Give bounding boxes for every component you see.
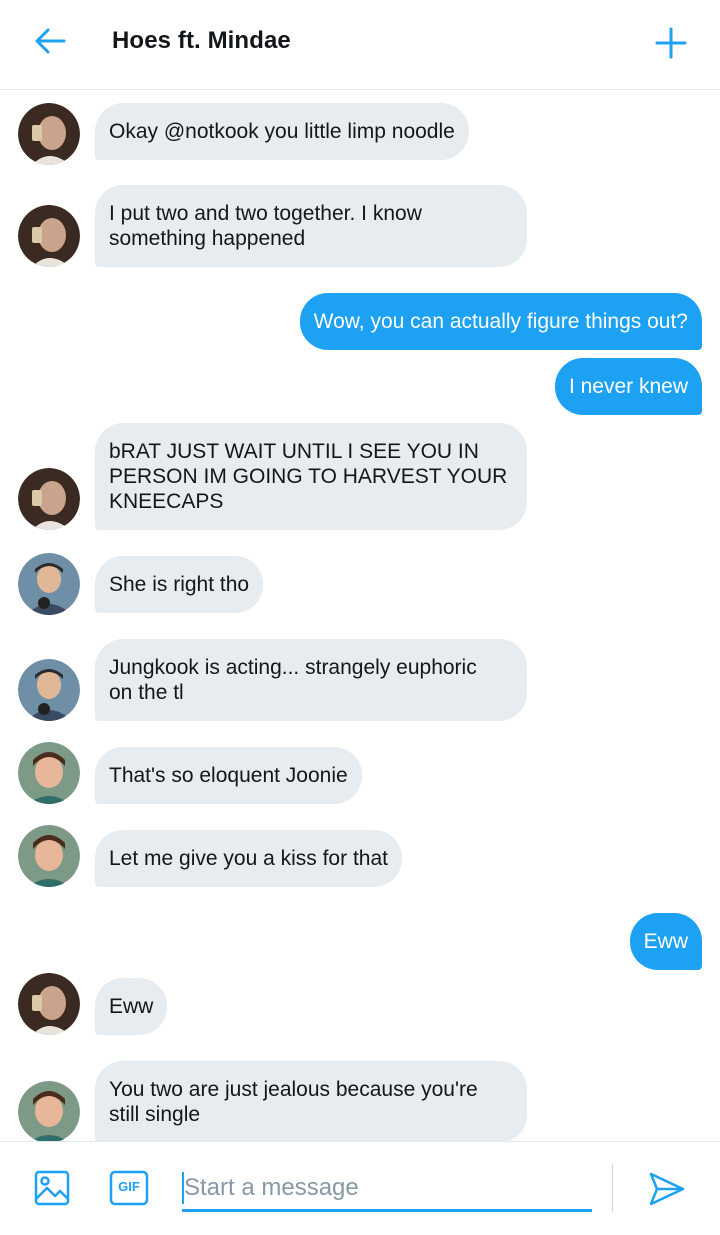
avatar[interactable] [18,1081,80,1141]
avatar[interactable] [18,825,80,887]
avatar[interactable] [18,659,80,721]
send-button[interactable] [646,1168,688,1210]
plus-icon [655,27,687,59]
message-bubble-incoming[interactable]: Eww [95,978,168,1035]
message-input-wrapper [182,1166,592,1212]
send-icon [649,1172,685,1206]
gif-label: GIF [118,1179,140,1194]
message-bubble-outgoing[interactable]: Wow, you can actually figure things out? [299,293,702,350]
conversation-title[interactable]: Hoes ft. Mindae [112,27,291,55]
message-bubble-outgoing[interactable]: Eww [629,913,702,970]
message-bubble-incoming[interactable]: You two are just jealous because you're … [95,1061,527,1141]
arrow-left-icon [35,28,66,54]
message-bubble-incoming[interactable]: She is right tho [95,556,264,613]
message-input[interactable] [182,1166,592,1209]
composer-divider [612,1164,613,1212]
add-people-button[interactable] [652,24,690,62]
dm-conversation-screen: Hoes ft. Mindae Okay @notkook you little… [0,0,720,1235]
image-icon [34,1170,70,1206]
message-bubble-incoming[interactable]: Let me give you a kiss for that [95,830,402,887]
message-bubble-incoming[interactable]: I put two and two together. I know somet… [95,185,527,267]
message-bubble-incoming[interactable]: Jungkook is acting... strangely euphoric… [95,639,527,721]
avatar[interactable] [18,205,80,267]
back-button[interactable] [30,24,70,58]
gif-button[interactable]: GIF [109,1170,149,1206]
message-bubble-incoming[interactable]: bRAT JUST WAIT UNTIL I SEE YOU IN PERSON… [95,423,527,530]
message-list[interactable]: Okay @notkook you little limp noodle I p… [0,91,720,1141]
message-bubble-outgoing[interactable]: I never knew [554,358,702,415]
avatar[interactable] [18,973,80,1035]
message-bubble-incoming[interactable]: That's so eloquent Joonie [95,747,362,804]
message-bubble-incoming[interactable]: Okay @notkook you little limp noodle [95,103,469,160]
avatar[interactable] [18,468,80,530]
avatar[interactable] [18,742,80,804]
conversation-header: Hoes ft. Mindae [0,0,720,90]
add-photo-button[interactable] [32,1168,72,1208]
avatar[interactable] [18,103,80,165]
text-caret [182,1172,184,1204]
message-composer: GIF [0,1141,720,1235]
avatar[interactable] [18,553,80,615]
